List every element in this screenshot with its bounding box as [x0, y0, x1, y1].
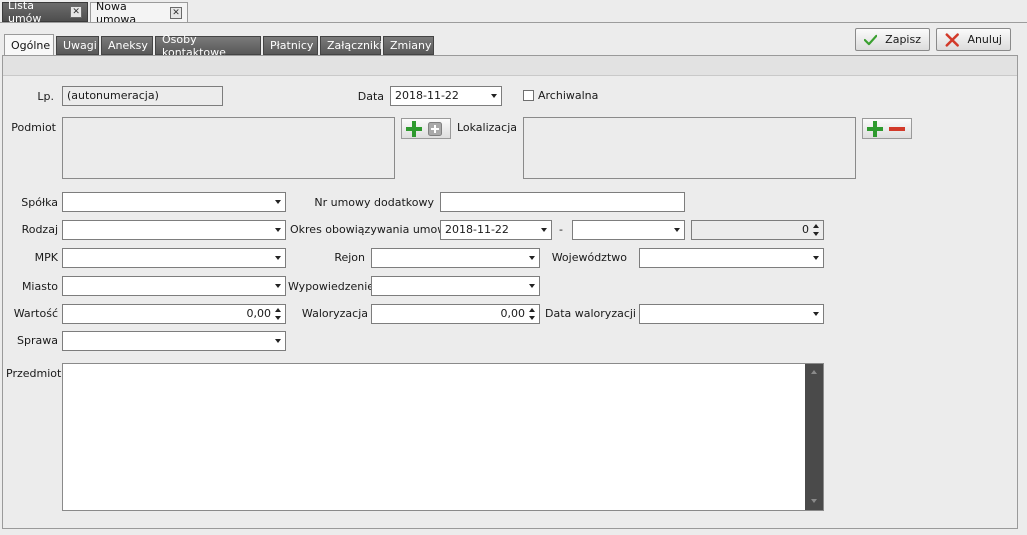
- lokalizacja-box[interactable]: [523, 117, 856, 179]
- doc-tab-lista-umow[interactable]: Lista umów ✕: [2, 0, 88, 25]
- lokalizacja-label: Lokalizacja: [456, 121, 517, 134]
- lp-value: (autonumeracja): [67, 89, 159, 102]
- spinner-arrows-icon[interactable]: [528, 306, 537, 322]
- podmiot-buttons: [401, 118, 451, 139]
- chevron-down-icon: [275, 339, 281, 343]
- okres-count-value: 0: [802, 223, 809, 236]
- wypowiedzenie-select[interactable]: [371, 276, 540, 296]
- chevron-down-icon: [275, 284, 281, 288]
- add-gray-icon[interactable]: [427, 121, 443, 137]
- tab-label: Uwagi: [63, 39, 97, 52]
- data-date-picker[interactable]: 2018-11-22: [390, 86, 502, 106]
- okres-od-date-picker[interactable]: 2018-11-22: [440, 220, 552, 240]
- archiwalna-checkbox[interactable]: [523, 90, 534, 101]
- okres-od-value: 2018-11-22: [445, 223, 509, 236]
- sprawa-select[interactable]: [62, 331, 286, 351]
- chevron-down-icon: [491, 94, 497, 98]
- cross-icon: [945, 32, 959, 47]
- okres-count-spinner[interactable]: 0: [691, 220, 824, 240]
- wypowiedzenie-label: Wypowiedzenie: [288, 280, 375, 293]
- save-button-label: Zapisz: [885, 33, 921, 46]
- tab-osoby-kontaktowe[interactable]: Osoby kontaktowe: [155, 33, 261, 59]
- wartosc-value: 0,00: [246, 307, 272, 320]
- chevron-down-icon: [529, 256, 535, 260]
- cancel-button[interactable]: Anuluj: [936, 28, 1011, 51]
- chevron-down-icon: [541, 228, 547, 232]
- spolka-select[interactable]: [62, 192, 286, 212]
- close-icon[interactable]: ✕: [70, 6, 82, 18]
- close-icon[interactable]: ✕: [169, 7, 182, 19]
- chevron-down-icon: [275, 228, 281, 232]
- tab-zmiany[interactable]: Zmiany: [383, 36, 434, 55]
- chevron-down-icon: [275, 200, 281, 204]
- okres-do-date-picker[interactable]: [572, 220, 685, 240]
- chevron-down-icon: [529, 284, 535, 288]
- okres-separator: -: [559, 223, 563, 236]
- check-icon: [864, 34, 878, 45]
- data-waloryzacji-select[interactable]: [639, 304, 824, 324]
- save-button[interactable]: Zapisz: [855, 28, 930, 51]
- podmiot-label: Podmiot: [11, 121, 56, 134]
- waloryzacja-label: Waloryzacja: [301, 307, 368, 320]
- okres-label: Okres obowiązywania umowy: [290, 223, 453, 236]
- doc-tab-nowa-umowa[interactable]: Nowa umowa ✕: [90, 0, 188, 26]
- cancel-button-label: Anuluj: [967, 33, 1002, 46]
- miasto-select[interactable]: [62, 276, 286, 296]
- tab-ogolne[interactable]: Ogólne: [4, 34, 54, 55]
- tab-uwagi[interactable]: Uwagi: [56, 36, 99, 55]
- lp-label: Lp.: [37, 90, 54, 103]
- chevron-down-icon: [813, 256, 819, 260]
- tab-label: Załączniki: [327, 39, 383, 52]
- nr-umowy-dodatkowy-label: Nr umowy dodatkowy: [314, 196, 434, 209]
- rodzaj-select[interactable]: [62, 220, 286, 240]
- miasto-label: Miasto: [21, 280, 58, 293]
- sprawa-label: Sprawa: [17, 334, 58, 347]
- podmiot-box[interactable]: [62, 117, 395, 179]
- rejon-label: Rejon: [334, 251, 365, 264]
- data-value: 2018-11-22: [395, 89, 459, 102]
- data-label: Data: [357, 90, 384, 103]
- chevron-down-icon: [813, 312, 819, 316]
- przedmiot-scrollbar[interactable]: [805, 364, 823, 510]
- waloryzacja-value: 0,00: [500, 307, 526, 320]
- wojewodztwo-label: Województwo: [551, 251, 627, 264]
- waloryzacja-spinner[interactable]: 0,00: [371, 304, 540, 324]
- rodzaj-label: Rodzaj: [21, 223, 58, 236]
- tab-aneksy[interactable]: Aneksy: [101, 36, 153, 55]
- panel-header-bar: [3, 56, 1017, 76]
- mpk-label: MPK: [34, 251, 58, 264]
- przedmiot-textarea[interactable]: [62, 363, 824, 511]
- chevron-down-icon: [275, 256, 281, 260]
- add-icon[interactable]: [866, 120, 884, 137]
- nr-umowy-dodatkowy-input[interactable]: [440, 192, 685, 212]
- archiwalna-label: Archiwalna: [538, 89, 599, 102]
- tab-platnicy[interactable]: Płatnicy: [263, 36, 318, 55]
- spolka-label: Spółka: [21, 196, 58, 209]
- add-icon[interactable]: [405, 120, 423, 137]
- data-waloryzacji-label: Data waloryzacji: [545, 307, 636, 320]
- lokalizacja-buttons: [862, 118, 912, 139]
- scroll-arrows-icon: [811, 370, 817, 503]
- lp-field: (autonumeracja): [62, 86, 223, 106]
- przedmiot-label: Przedmiot: [6, 367, 62, 380]
- tab-label: Ogólne: [11, 38, 51, 52]
- mpk-select[interactable]: [62, 248, 286, 268]
- spinner-arrows-icon[interactable]: [812, 222, 821, 238]
- tab-label: Aneksy: [108, 39, 148, 52]
- wartosc-spinner[interactable]: 0,00: [62, 304, 286, 324]
- tab-zalaczniki[interactable]: Załączniki: [320, 36, 383, 55]
- spinner-arrows-icon[interactable]: [274, 306, 283, 322]
- chevron-down-icon: [674, 228, 680, 232]
- tab-label: Zmiany: [390, 39, 432, 52]
- rejon-select[interactable]: [371, 248, 540, 268]
- tab-strip-line: [0, 22, 1027, 23]
- remove-icon[interactable]: [888, 121, 906, 137]
- wojewodztwo-select[interactable]: [639, 248, 824, 268]
- tab-label: Płatnicy: [270, 39, 314, 52]
- wartosc-label: Wartość: [13, 307, 58, 320]
